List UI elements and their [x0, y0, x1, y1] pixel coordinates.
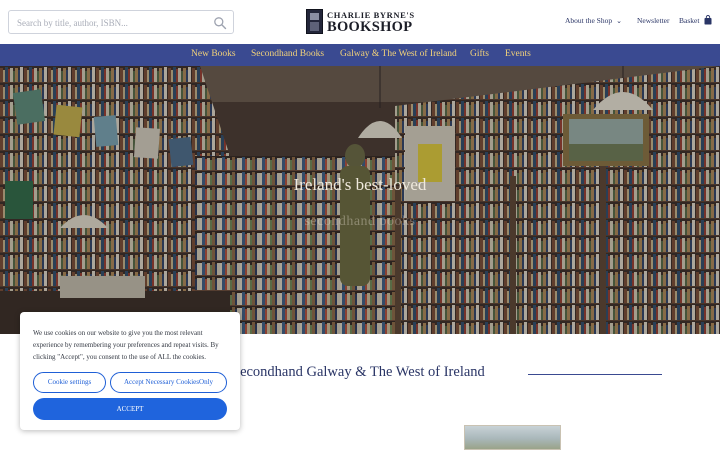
- logo-line-2: BOOKSHOP: [327, 19, 413, 35]
- nav-item-secondhand-books[interactable]: Secondhand Books: [251, 49, 324, 59]
- nav-item-events[interactable]: Events: [505, 49, 531, 59]
- category-nav: New Books Secondhand Books Galway & The …: [0, 44, 720, 66]
- hero-subtitle: secondhand books: [304, 214, 416, 229]
- accept-cookies-button[interactable]: ACCEPT: [33, 398, 227, 420]
- product-thumbnail-image[interactable]: [464, 425, 561, 450]
- nav-basket[interactable]: Basket: [679, 16, 699, 25]
- section-heading: Secondhand Galway & The West of Ireland: [232, 364, 485, 380]
- hero-banner: Ireland's best-loved secondhand books: [0, 66, 720, 334]
- accept-necessary-cookies-button[interactable]: Accept Necessary CookiesOnly: [110, 372, 227, 393]
- site-header: CHARLIE BYRNE'S BOOKSHOP About the Shop⌄…: [0, 0, 720, 44]
- chevron-down-icon: ⌄: [616, 17, 622, 25]
- hero-overlay: [0, 66, 720, 334]
- logo-mark-icon: [306, 9, 323, 34]
- nav-item-galway-west-of-ireland[interactable]: Galway & The West of Ireland: [340, 49, 457, 59]
- search-icon[interactable]: [213, 16, 227, 30]
- nav-item-gifts[interactable]: Gifts: [470, 49, 489, 59]
- cookie-message: We use cookies on our website to give yo…: [33, 329, 219, 361]
- section-divider: [528, 374, 662, 375]
- cookie-settings-button[interactable]: Cookie settings: [33, 372, 106, 393]
- site-logo[interactable]: CHARLIE BYRNE'S BOOKSHOP: [306, 9, 418, 35]
- nav-about-label: About the Shop: [565, 16, 613, 25]
- nav-about-the-shop[interactable]: About the Shop ⌄: [565, 16, 622, 25]
- nav-item-new-books[interactable]: New Books: [191, 49, 236, 59]
- hero-title: Ireland's best-loved: [293, 175, 427, 194]
- cookie-consent-dialog: We use cookies on our website to give yo…: [20, 312, 240, 430]
- search-box[interactable]: [8, 10, 234, 34]
- basket-icon[interactable]: [704, 15, 712, 25]
- nav-newsletter[interactable]: Newsletter: [637, 16, 670, 25]
- search-input[interactable]: [17, 15, 209, 30]
